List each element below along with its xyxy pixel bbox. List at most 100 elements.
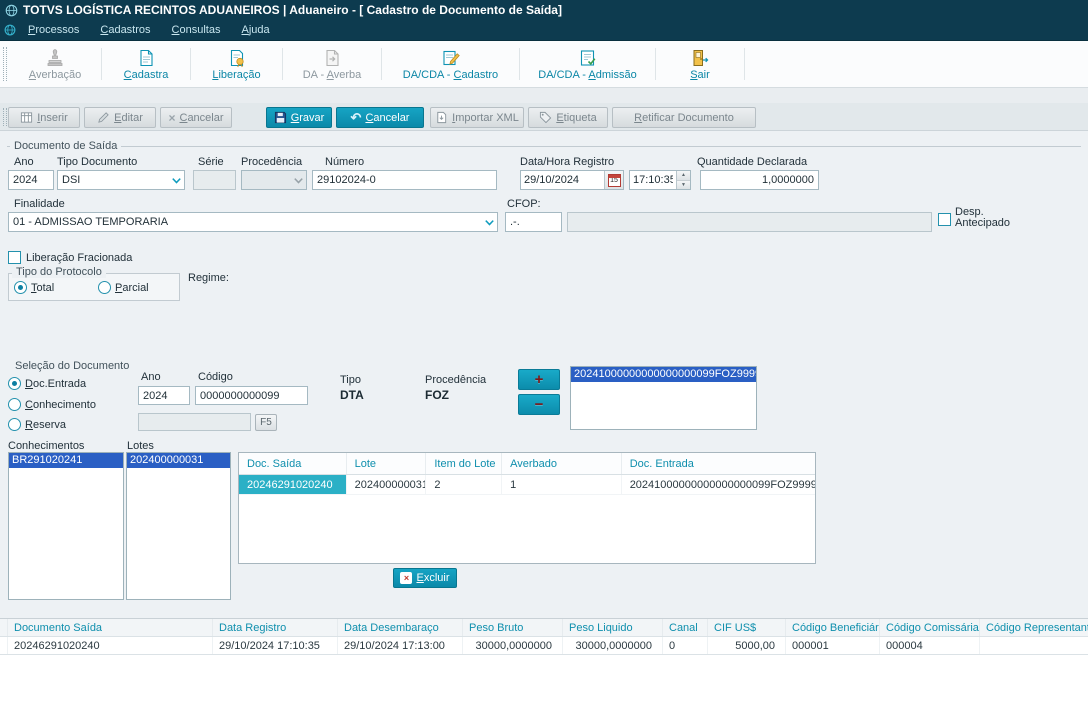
- cell-averbado: 1: [502, 475, 622, 495]
- column-header-lote[interactable]: Lote: [347, 453, 427, 474]
- undo-arrow-icon: ↶: [350, 110, 362, 125]
- column-header-representante[interactable]: Código Representante: [980, 619, 1088, 636]
- desp-antecipado-checkbox[interactable]: [938, 213, 951, 226]
- liberacao-fracionada-label: Liberação Fracionada: [26, 252, 133, 264]
- form-check-icon: [580, 49, 595, 66]
- table-row[interactable]: 20246291020240 29/10/2024 17:10:35 29/10…: [0, 637, 1088, 655]
- column-header-data-registro[interactable]: Data Registro: [213, 619, 338, 636]
- numero-input[interactable]: [312, 170, 497, 190]
- finalidade-select[interactable]: 01 - ADMISSAO TEMPORARIA: [8, 212, 498, 232]
- column-header-doc-entrada[interactable]: Doc. Entrada: [622, 453, 815, 474]
- column-header-item-lote[interactable]: Item do Lote: [426, 453, 503, 474]
- toolbar-cadastra-button[interactable]: Cadastra: [104, 44, 188, 84]
- etiqueta-button[interactable]: Etiqueta: [528, 107, 608, 128]
- button-label: F5: [260, 417, 272, 428]
- cancelar-edicao-button[interactable]: ↶ Cancelar: [336, 107, 424, 128]
- excluir-button[interactable]: × Excluir: [393, 568, 457, 588]
- menu-processos[interactable]: Processos: [28, 24, 79, 36]
- spinner-up-icon[interactable]: ▲: [677, 171, 690, 181]
- inserir-button[interactable]: Inserir: [8, 107, 80, 128]
- button-label: Excluir: [416, 572, 450, 584]
- ano-input[interactable]: [8, 170, 54, 190]
- column-header-averbado[interactable]: Averbado: [502, 453, 622, 474]
- spinner-down-icon[interactable]: ▼: [677, 180, 690, 189]
- liberacao-fracionada-checkbox[interactable]: [8, 251, 21, 264]
- column-header-peso-liquido[interactable]: Peso Liquido: [563, 619, 663, 636]
- toolbar-grip[interactable]: [3, 47, 7, 81]
- lotes-listbox[interactable]: 202400000031: [126, 452, 231, 600]
- cell-comissaria: 000004: [880, 637, 980, 654]
- toolbar-averbacao-button[interactable]: Averbação: [12, 44, 98, 84]
- conhecimentos-listbox[interactable]: BR291020241: [8, 452, 124, 600]
- data-registro-input[interactable]: [521, 171, 604, 189]
- button-label: Cancelar: [365, 111, 410, 124]
- list-item[interactable]: 20241000000000000000099FOZ999999: [571, 367, 756, 382]
- menu-cadastros[interactable]: Cadastros: [100, 24, 150, 36]
- f5-button[interactable]: F5: [255, 414, 277, 431]
- cell-doc-entrada: 20241000000000000000099FOZ999999: [621, 475, 815, 495]
- conhecimento-label: Conhecimento: [25, 399, 96, 411]
- tipo-documento-select[interactable]: DSI: [57, 170, 185, 190]
- toolbar-sair-button[interactable]: Sair: [658, 44, 742, 84]
- actionbar-grip[interactable]: [3, 108, 7, 126]
- toolbar-dacda-cadastro-button[interactable]: DA/CDA - Cadastro: [384, 44, 517, 84]
- regime-label: Regime:: [188, 272, 229, 284]
- summary-grid-header: Documento Saída Data Registro Data Desem…: [0, 619, 1088, 637]
- selecao-procedencia-value: FOZ: [425, 388, 449, 402]
- menu-ajuda[interactable]: Ajuda: [241, 24, 269, 36]
- column-header-beneficiario[interactable]: Código Beneficiário: [786, 619, 880, 636]
- data-hora-registro-label: Data/Hora Registro: [520, 156, 615, 168]
- procedencia-select: [241, 170, 307, 190]
- list-item[interactable]: BR291020241: [9, 453, 123, 468]
- cancelar-button[interactable]: × Cancelar: [160, 107, 232, 128]
- row-marker: [0, 637, 8, 654]
- importar-xml-button[interactable]: Importar XML: [430, 107, 524, 128]
- editar-button[interactable]: Editar: [84, 107, 156, 128]
- add-documento-button[interactable]: +: [518, 369, 560, 390]
- pencil-icon: [98, 112, 109, 123]
- detail-grid-header: Doc. Saída Lote Item do Lote Averbado Do…: [239, 453, 815, 475]
- list-item[interactable]: 202400000031: [127, 453, 230, 468]
- selecao-codigo-input[interactable]: [195, 386, 308, 405]
- button-label: Cancelar: [179, 111, 224, 124]
- form-area: Documento de Saída Ano Tipo Documento Sé…: [0, 131, 1088, 618]
- hora-registro-input[interactable]: [630, 171, 676, 189]
- toolbar-liberacao-button[interactable]: Liberação: [193, 44, 280, 84]
- quantidade-declarada-input[interactable]: [700, 170, 819, 190]
- row-marker-header: [0, 619, 8, 636]
- reserva-radio[interactable]: [8, 418, 21, 431]
- form-pencil-icon: [442, 50, 460, 65]
- calendar-button[interactable]: 15: [604, 171, 623, 189]
- table-row[interactable]: 20246291020240 202400000031 2 1 20241000…: [239, 475, 815, 495]
- cfop-descricao-input: [567, 212, 932, 232]
- window-title: TOTVS LOGÍSTICA RECINTOS ADUANEIROS | Ad…: [23, 3, 562, 17]
- column-header-canal[interactable]: Canal: [663, 619, 708, 636]
- remove-documento-button[interactable]: −: [518, 394, 560, 415]
- protocolo-parcial-radio[interactable]: [98, 281, 111, 294]
- selecao-ano-input[interactable]: [138, 386, 190, 405]
- toolbar-separator: [190, 48, 191, 80]
- cfop-input[interactable]: [505, 212, 562, 232]
- toolbar-da-averba-button[interactable]: DA - Averba: [285, 44, 379, 84]
- insert-grid-icon: [21, 112, 33, 123]
- menu-consultas[interactable]: Consultas: [172, 24, 221, 36]
- conhecimento-radio[interactable]: [8, 398, 21, 411]
- column-header-cif[interactable]: CIF US$: [708, 619, 786, 636]
- retificar-documento-button[interactable]: Retificar Documento: [612, 107, 756, 128]
- gravar-button[interactable]: Gravar: [266, 107, 332, 128]
- cell-data-desembaraco: 29/10/2024 17:13:00: [338, 637, 463, 654]
- cancel-x-icon: ×: [168, 110, 176, 125]
- column-header-peso-bruto[interactable]: Peso Bruto: [463, 619, 563, 636]
- column-header-documento-saida[interactable]: Documento Saída: [8, 619, 213, 636]
- column-header-data-desembaraco[interactable]: Data Desembaraço: [338, 619, 463, 636]
- column-header-comissaria[interactable]: Código Comissária: [880, 619, 980, 636]
- cell-peso-liquido: 30000,0000000: [563, 637, 663, 654]
- doc-entrada-radio[interactable]: [8, 377, 21, 390]
- documentos-listbox[interactable]: 20241000000000000000099FOZ999999: [570, 366, 757, 430]
- toolbar-dacda-admissao-button[interactable]: DA/CDA - Admissão: [522, 44, 653, 84]
- column-header-doc-saida[interactable]: Doc. Saída: [239, 453, 347, 474]
- titlebar: TOTVS LOGÍSTICA RECINTOS ADUANEIROS | Ad…: [0, 0, 1088, 20]
- application-window: TOTVS LOGÍSTICA RECINTOS ADUANEIROS | Ad…: [0, 0, 1088, 712]
- protocolo-total-radio[interactable]: [14, 281, 27, 294]
- cell-lote: 202400000031: [346, 475, 427, 495]
